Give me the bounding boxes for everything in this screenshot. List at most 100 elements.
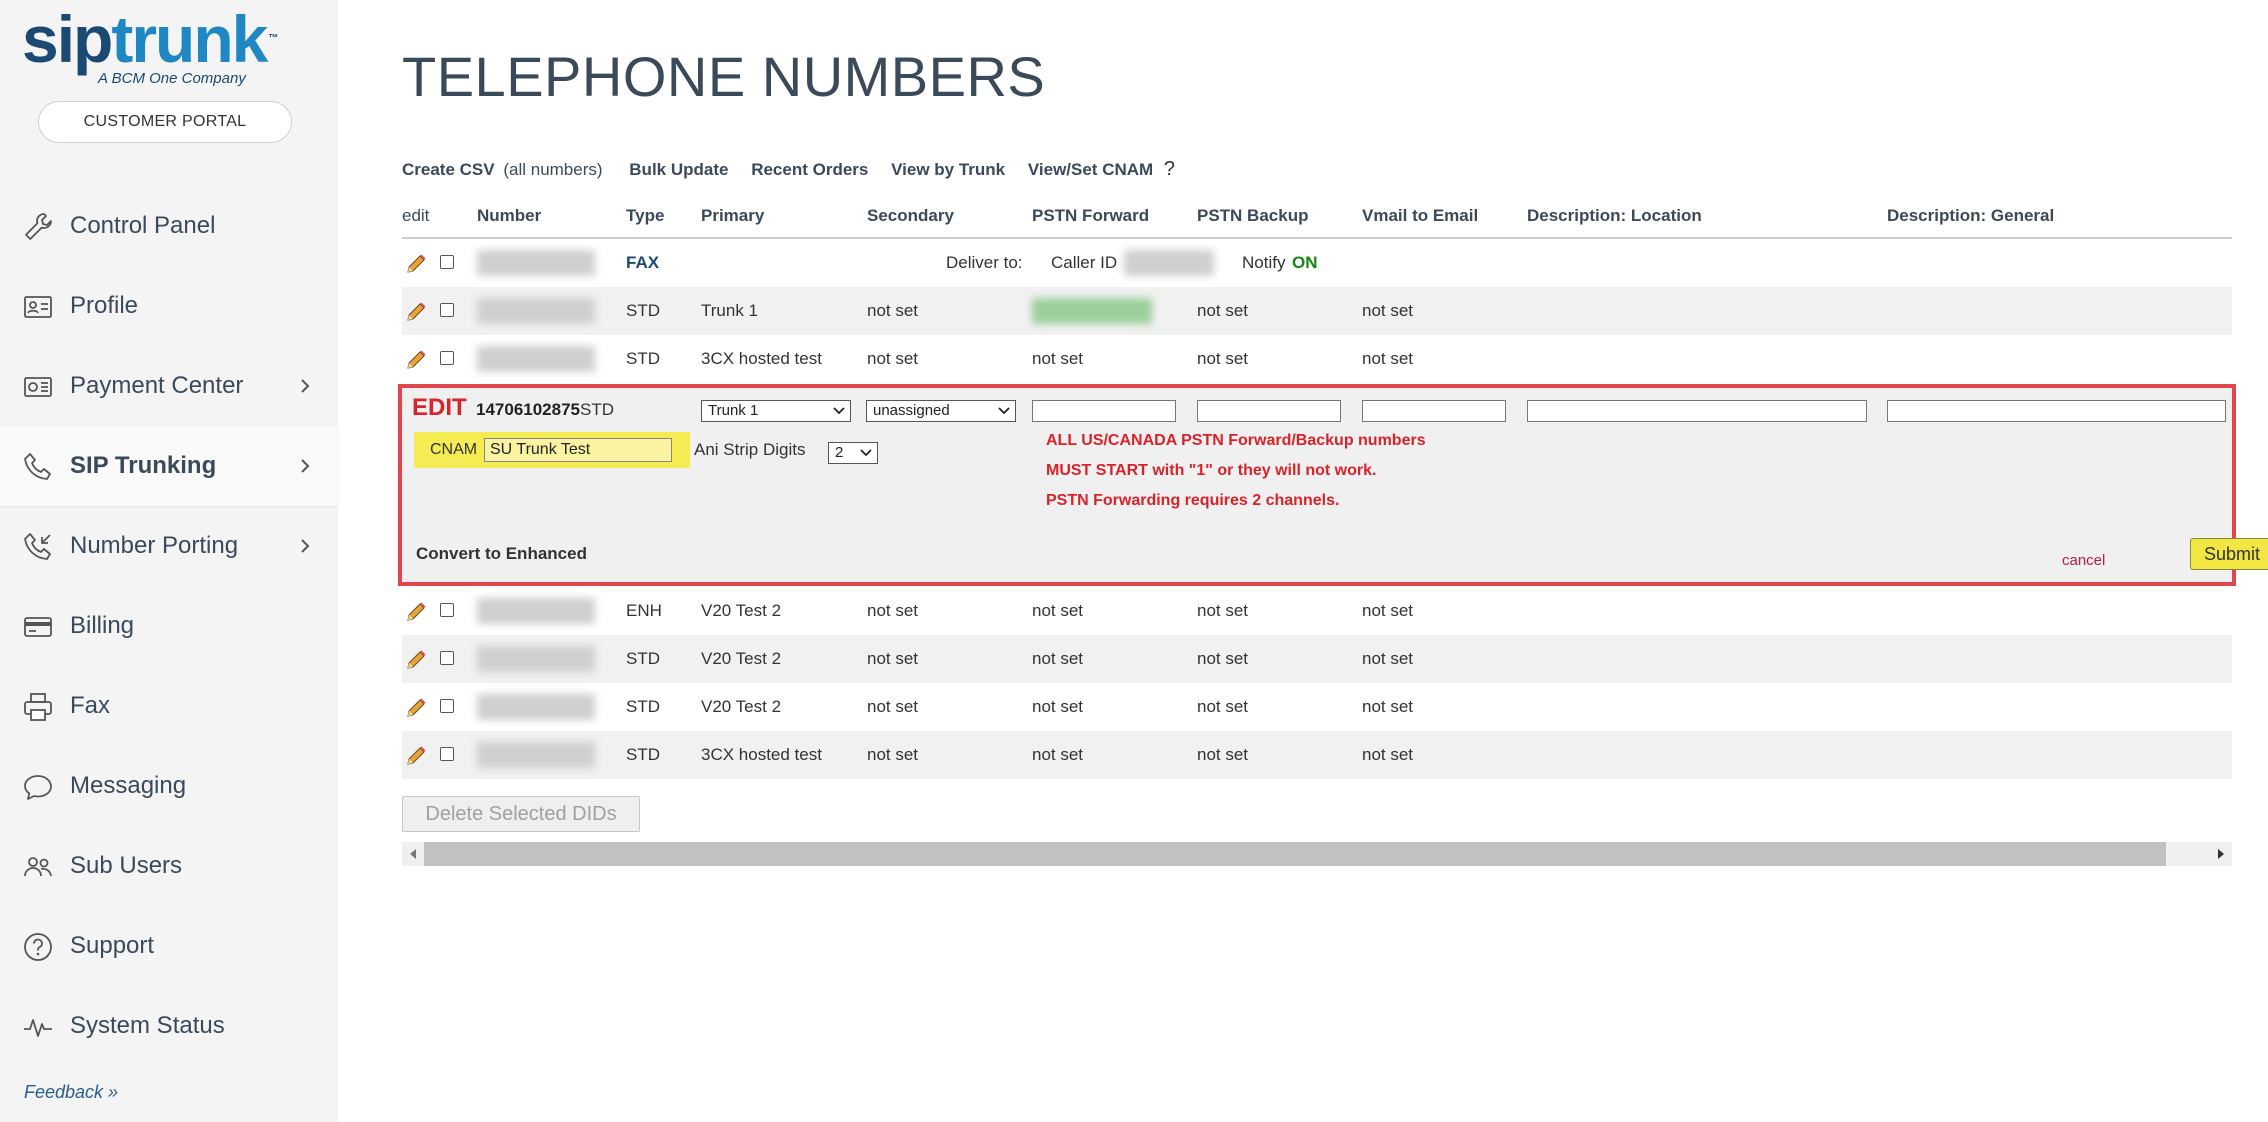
row-type: STD [626, 697, 660, 716]
col-header-vmail-to-email[interactable]: Vmail to Email [1362, 206, 1478, 226]
pencil-edit-icon[interactable] [404, 648, 428, 672]
col-header-description-location[interactable]: Description: Location [1527, 206, 1702, 226]
pulse-icon [24, 1019, 52, 1037]
chevron-right-icon [301, 539, 310, 553]
pencil-edit-icon[interactable] [404, 744, 428, 768]
nav-sub-users[interactable]: Sub Users [0, 826, 338, 906]
row-pstn-forward: not set [1032, 697, 1084, 716]
col-header-primary[interactable]: Primary [701, 206, 764, 226]
table-row: STD V20 Test 2 not set not set not set n… [402, 635, 2232, 683]
row-vmail: not set [1362, 301, 1414, 320]
description-general-input[interactable] [1887, 400, 2226, 422]
col-header-secondary[interactable]: Secondary [867, 206, 954, 226]
pstn-backup-input[interactable] [1197, 400, 1341, 422]
create-csv-note: (all numbers) [503, 160, 603, 179]
create-csv-link[interactable]: Create CSV [402, 160, 495, 179]
nav-payment-center[interactable]: Payment Center [0, 346, 338, 426]
row-checkbox[interactable] [440, 603, 454, 617]
delete-selected-dids-button[interactable]: Delete Selected DIDs [402, 796, 640, 832]
edit-row-panel: EDIT 14706102875 STD Trunk 1 unassigned … [398, 384, 2268, 586]
cancel-link[interactable]: cancel [2062, 552, 2105, 569]
primary-select[interactable]: Trunk 1 [701, 400, 851, 422]
row-primary: 3CX hosted test [701, 349, 822, 368]
pencil-edit-icon[interactable] [404, 348, 428, 372]
nav-system-status[interactable]: System Status [0, 986, 338, 1066]
cnam-input[interactable]: SU Trunk Test [484, 438, 672, 462]
row-secondary: not set [867, 301, 919, 320]
row-checkbox[interactable] [440, 651, 454, 665]
pencil-edit-icon[interactable] [404, 300, 428, 324]
row-secondary: not set [867, 349, 919, 368]
view-set-cnam-link[interactable]: View/Set CNAM [1028, 160, 1153, 179]
secondary-select[interactable]: unassigned [866, 400, 1016, 422]
nav-number-porting[interactable]: Number Porting [0, 506, 338, 586]
notify-status: ON [1292, 253, 1318, 272]
chevron-down-icon [860, 449, 872, 457]
nav-label: Billing [70, 612, 135, 639]
pencil-edit-icon[interactable] [404, 696, 428, 720]
nav-label: Messaging [70, 772, 187, 799]
horizontal-scrollbar[interactable] [402, 842, 2232, 866]
help-question-icon[interactable]: ? [1164, 158, 1175, 180]
nav-billing[interactable]: Billing [0, 586, 338, 666]
ani-strip-digits-label: Ani Strip Digits [694, 440, 806, 459]
chevron-right-icon [301, 379, 310, 393]
vmail-email-input[interactable] [1362, 400, 1506, 422]
customer-portal-button[interactable]: CUSTOMER PORTAL [38, 101, 292, 143]
submit-button[interactable]: Submit [2190, 538, 2268, 570]
row-pstn-backup: not set [1197, 745, 1249, 764]
bulk-update-link[interactable]: Bulk Update [629, 160, 728, 179]
row-checkbox[interactable] [440, 255, 454, 269]
row-primary: V20 Test 2 [701, 649, 782, 668]
row-vmail: not set [1362, 649, 1414, 668]
nav-sip-trunking[interactable]: SIP Trunking [0, 426, 338, 506]
scroll-right-arrow-icon[interactable] [2216, 848, 2226, 860]
col-header-type[interactable]: Type [626, 206, 664, 226]
row-checkbox[interactable] [440, 351, 454, 365]
pstn-forward-input[interactable] [1032, 400, 1176, 422]
cnam-label: CNAM [430, 441, 478, 458]
row-type: STD [626, 649, 660, 668]
col-header-pstn-forward[interactable]: PSTN Forward [1032, 206, 1149, 226]
row-secondary: not set [867, 601, 919, 620]
row-checkbox[interactable] [440, 303, 454, 317]
row-checkbox[interactable] [440, 747, 454, 761]
ani-strip-digits-select[interactable]: 2 [828, 442, 878, 464]
nav-label: Support [70, 932, 155, 959]
pencil-edit-icon[interactable] [404, 252, 428, 276]
col-header-description-general[interactable]: Description: General [1887, 206, 2054, 226]
scroll-left-arrow-icon[interactable] [408, 848, 418, 860]
table-row: STD V20 Test 2 not set not set not set n… [402, 683, 2232, 731]
row-checkbox[interactable] [440, 699, 454, 713]
logo-tagline: A BCM One Company [98, 70, 246, 87]
nav-messaging[interactable]: Messaging [0, 746, 338, 826]
warning-text: MUST START with "1" or they will not wor… [1046, 462, 1377, 479]
description-location-input[interactable] [1527, 400, 1867, 422]
nav-profile[interactable]: Profile [0, 266, 338, 346]
row-primary: V20 Test 2 [701, 601, 782, 620]
row-pstn-backup: not set [1197, 301, 1249, 320]
view-by-trunk-link[interactable]: View by Trunk [891, 160, 1005, 179]
col-header-pstn-backup[interactable]: PSTN Backup [1197, 206, 1308, 226]
printer-icon [24, 693, 52, 721]
nav-control-panel[interactable]: Control Panel [0, 186, 338, 266]
nav-label: SIP Trunking [70, 452, 217, 479]
action-bar: Create CSV (all numbers) Bulk Update Rec… [402, 158, 1175, 181]
feedback-link[interactable]: Feedback » [24, 1082, 118, 1103]
edit-type: STD [580, 400, 614, 419]
row-type: STD [626, 745, 660, 764]
nav-label: Fax [70, 692, 111, 719]
sidebar: siptrunk ™ A BCM One Company CUSTOMER POR… [0, 0, 338, 1122]
row-vmail: not set [1362, 697, 1414, 716]
siptrunk-logo[interactable]: siptrunk ™ A BCM One Company [22, 6, 312, 90]
cnam-highlight: CNAM SU Trunk Test [414, 432, 690, 468]
col-header-number[interactable]: Number [477, 206, 541, 226]
convert-to-enhanced-link[interactable]: Convert to Enhanced [416, 544, 587, 564]
pencil-edit-icon[interactable] [404, 600, 428, 624]
help-circle-icon [24, 933, 52, 961]
nav-fax[interactable]: Fax [0, 666, 338, 746]
recent-orders-link[interactable]: Recent Orders [751, 160, 868, 179]
scrollbar-thumb[interactable] [424, 842, 2166, 866]
nav-support[interactable]: Support [0, 906, 338, 986]
edit-label: EDIT [412, 394, 467, 421]
